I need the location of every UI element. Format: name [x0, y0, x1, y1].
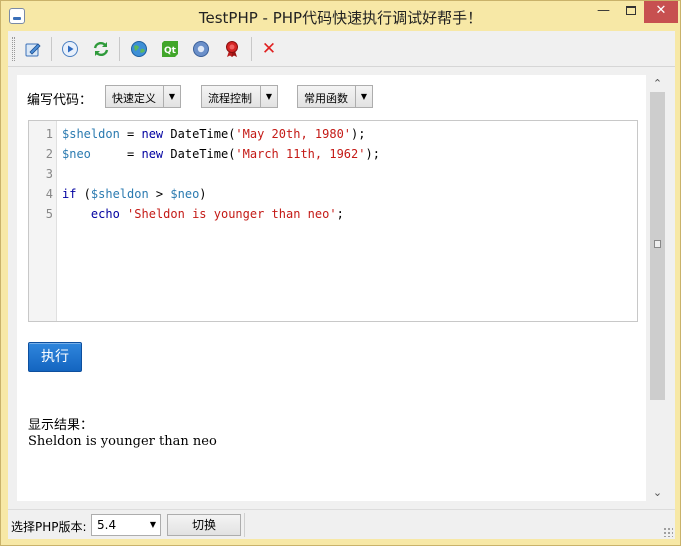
qt-button[interactable]: Qt	[160, 39, 180, 59]
scrollbar-grip	[654, 240, 661, 248]
maximize-button[interactable]	[617, 1, 644, 23]
code-token: (	[76, 187, 91, 201]
result-output: Sheldon is younger than neo	[28, 434, 217, 449]
code-token: if	[62, 187, 77, 201]
toolbar-separator	[119, 37, 120, 61]
flow-control-dropdown[interactable]: 流程控制 ▼	[201, 85, 278, 108]
run-toolbar-button[interactable]	[60, 39, 80, 59]
edit-icon	[25, 43, 41, 57]
editor-label: 编写代码：	[27, 93, 93, 108]
chevron-down-icon: ▼	[260, 86, 277, 107]
code-line: $sheldon = new DateTime('May 20th, 1980'…	[62, 127, 365, 141]
code-panel: 编写代码： 快速定义 ▼ 流程控制 ▼ 常用函数 ▼ 1 2 3 4 5 $sheldo…	[17, 75, 646, 501]
code-token: $sheldon	[62, 127, 120, 141]
dropdown-label: 流程控制	[208, 92, 252, 105]
chevron-down-icon: ▼	[163, 86, 180, 107]
title-bar: TestPHP - PHP代码快速执行调试好帮手！ — ✕	[1, 1, 680, 31]
switch-version-button[interactable]: 切换	[167, 514, 241, 536]
award-icon	[226, 41, 238, 57]
qt-icon: Qt	[162, 41, 178, 57]
code-token: )	[199, 187, 207, 201]
refresh-icon	[93, 41, 109, 57]
code-token: >	[148, 187, 171, 201]
code-token: new	[141, 147, 164, 161]
toolbar: Qt ✕	[8, 31, 675, 67]
browser-button[interactable]	[129, 39, 149, 59]
svg-text:Qt: Qt	[164, 46, 177, 56]
code-token: =	[119, 127, 142, 141]
status-bar: 选择PHP版本: 5.4 ▼ 切换	[8, 509, 675, 539]
play-icon	[62, 41, 78, 57]
code-token: );	[351, 127, 366, 141]
scroll-down-icon[interactable]: ⌄	[648, 484, 667, 501]
help-button[interactable]	[191, 39, 211, 59]
code-token: DateTime(	[163, 127, 236, 141]
scrollbar-thumb[interactable]	[650, 92, 665, 400]
toolbar-grip[interactable]	[12, 37, 15, 61]
vertical-scrollbar[interactable]: ⌃ ⌄	[648, 75, 667, 501]
edit-button[interactable]	[23, 39, 43, 59]
minimize-button[interactable]: —	[590, 1, 617, 23]
php-version-select[interactable]: 5.4 ▼	[91, 514, 161, 536]
line-number: 5	[45, 207, 53, 221]
scroll-up-icon[interactable]: ⌃	[648, 75, 667, 92]
line-number: 4	[45, 187, 53, 201]
main-content: 编写代码： 快速定义 ▼ 流程控制 ▼ 常用函数 ▼ 1 2 3 4 5 $sheldo…	[8, 67, 675, 509]
code-token: 'March 11th, 1962'	[235, 147, 366, 161]
statusbar-divider	[244, 513, 245, 537]
window-title: TestPHP - PHP代码快速执行调试好帮手！	[198, 9, 483, 27]
code-token: DateTime(	[163, 147, 236, 161]
line-number: 2	[45, 147, 53, 161]
code-token: 'May 20th, 1980'	[235, 127, 352, 141]
run-button[interactable]: 执行	[28, 342, 82, 372]
code-token: echo	[90, 207, 120, 221]
app-window: TestPHP - PHP代码快速执行调试好帮手！ — ✕ Qt ✕ 编写代码：…	[0, 0, 681, 546]
common-functions-dropdown[interactable]: 常用函数 ▼	[297, 85, 373, 108]
close-red-icon: ✕	[261, 39, 277, 59]
code-token: ;	[336, 207, 344, 221]
quick-define-dropdown[interactable]: 快速定义 ▼	[105, 85, 181, 108]
toolbar-separator	[251, 37, 252, 61]
chevron-down-icon: ▼	[355, 86, 372, 107]
globe-icon	[131, 41, 147, 57]
resize-grip-icon[interactable]	[663, 527, 673, 537]
code-line: $neo = new DateTime('March 11th, 1962');	[62, 147, 380, 161]
exit-button[interactable]: ✕	[259, 39, 279, 59]
php-version-value: 5.4	[97, 518, 117, 532]
code-token: new	[141, 127, 164, 141]
line-number: 1	[45, 127, 53, 141]
refresh-button[interactable]	[91, 39, 111, 59]
code-token: 'Sheldon is younger than neo'	[127, 207, 337, 221]
php-version-label: 选择PHP版本:	[11, 520, 87, 534]
about-button[interactable]	[222, 39, 242, 59]
help-icon	[193, 41, 209, 57]
code-token: $neo	[62, 147, 91, 161]
code-line: if ($sheldon > $neo)	[62, 187, 207, 201]
code-token: );	[365, 147, 380, 161]
toolbar-separator	[51, 37, 52, 61]
code-line: echo 'Sheldon is younger than neo';	[62, 207, 344, 221]
code-token: =	[90, 147, 142, 161]
dropdown-label: 快速定义	[112, 92, 156, 105]
maximize-icon	[625, 6, 636, 15]
code-token: $neo	[170, 187, 200, 201]
dropdown-label: 常用函数	[304, 92, 348, 105]
result-label: 显示结果：	[28, 418, 94, 433]
chevron-down-icon: ▼	[149, 520, 156, 529]
line-number-gutter: 1 2 3 4 5	[29, 121, 57, 321]
line-number: 3	[45, 167, 53, 181]
close-window-button[interactable]: ✕	[644, 1, 678, 23]
code-token: $sheldon	[90, 187, 149, 201]
code-editor[interactable]: 12345 $sheldon = new DateTime('May 20th,…	[28, 120, 638, 322]
